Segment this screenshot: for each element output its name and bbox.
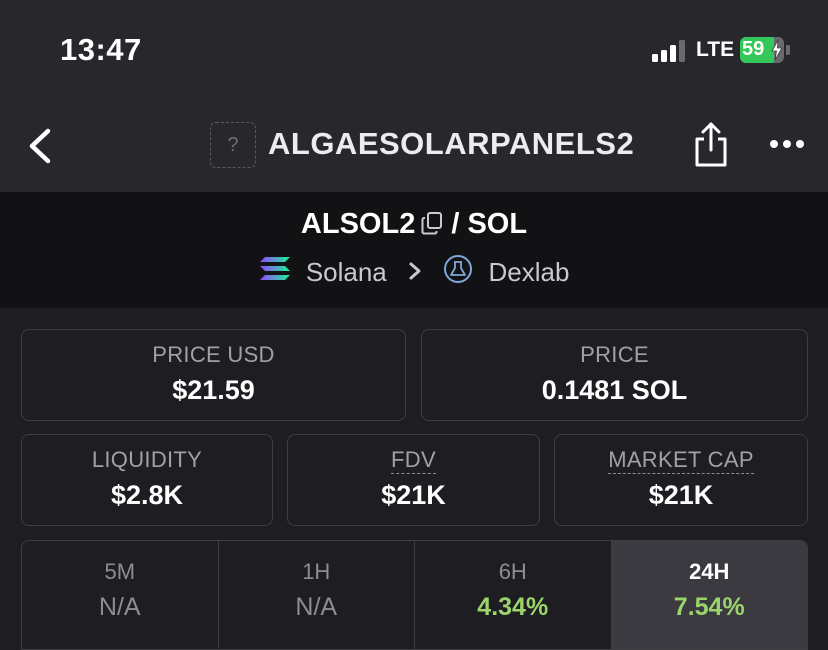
battery-level: 59 (742, 38, 765, 60)
tab-value: N/A (98, 593, 141, 621)
tab-value: 4.34% (477, 593, 549, 621)
pair-separator: / (451, 208, 460, 240)
fdv-card[interactable]: FDV $21K (287, 434, 540, 526)
tab-label: 24H (689, 559, 730, 584)
tab-value: N/A (295, 593, 338, 621)
solana-logo-icon (259, 256, 299, 289)
pair-header: ALSOL2 / SOL Solana Dexlab (0, 192, 828, 308)
tab-1h[interactable]: 1H N/A (219, 541, 415, 649)
quote-token-symbol: SOL (467, 208, 528, 240)
fdv-value: $21K (381, 480, 446, 510)
fdv-label[interactable]: FDV (391, 447, 436, 474)
status-bar: 13:47 LTE 59 (0, 0, 828, 100)
market-cap-card[interactable]: MARKET CAP $21K (554, 434, 808, 526)
price-usd-card: PRICE USD $21.59 (21, 329, 406, 421)
chevron-left-icon[interactable] (26, 128, 54, 164)
chain-name[interactable]: Solana (306, 257, 387, 288)
network-type: LTE (696, 38, 735, 61)
price-change-tabs: 5M N/A 1H N/A 6H 4.34% 24H 7.54% (21, 540, 808, 650)
cellular-signal-icon (652, 40, 685, 62)
token-placeholder-icon: ? (210, 122, 256, 168)
battery-indicator: 59 (740, 37, 790, 63)
chevron-right-icon (394, 257, 436, 288)
page-title: ALGAESOLARPANELS2 (268, 126, 635, 161)
copy-icon[interactable] (421, 211, 443, 235)
tab-5m[interactable]: 5M N/A (22, 541, 219, 649)
market-cap-label[interactable]: MARKET CAP (608, 447, 754, 474)
pair-title: ALSOL2 / SOL (0, 208, 828, 241)
status-time: 13:47 (60, 32, 142, 67)
dex-name[interactable]: Dexlab (488, 257, 569, 288)
tab-24h[interactable]: 24H 7.54% (611, 541, 807, 649)
price-label: PRICE (580, 342, 649, 367)
navigation-bar: ? ALGAESOLARPANELS2 (0, 100, 828, 192)
price-usd-label: PRICE USD (152, 342, 275, 367)
share-icon[interactable] (692, 122, 730, 168)
liquidity-card: LIQUIDITY $2.8K (21, 434, 273, 526)
tab-value: 7.54% (673, 593, 745, 621)
price-value: 0.1481 SOL (541, 375, 688, 405)
tab-label: 5M (104, 559, 136, 584)
tab-label: 1H (302, 559, 331, 584)
tab-6h[interactable]: 6H 4.34% (415, 541, 612, 649)
base-token-symbol: ALSOL2 (300, 208, 416, 240)
dexlab-logo-icon (443, 254, 481, 291)
price-usd-value: $21.59 (172, 375, 255, 405)
chain-dex-breadcrumb: Solana Dexlab (0, 254, 828, 291)
charging-bolt-icon (771, 40, 783, 60)
market-cap-value: $21K (648, 480, 714, 510)
ellipsis-icon[interactable] (768, 136, 806, 152)
price-card: PRICE 0.1481 SOL (421, 329, 808, 421)
tab-label: 6H (498, 559, 527, 584)
liquidity-value: $2.8K (110, 480, 184, 510)
liquidity-label: LIQUIDITY (91, 447, 203, 472)
